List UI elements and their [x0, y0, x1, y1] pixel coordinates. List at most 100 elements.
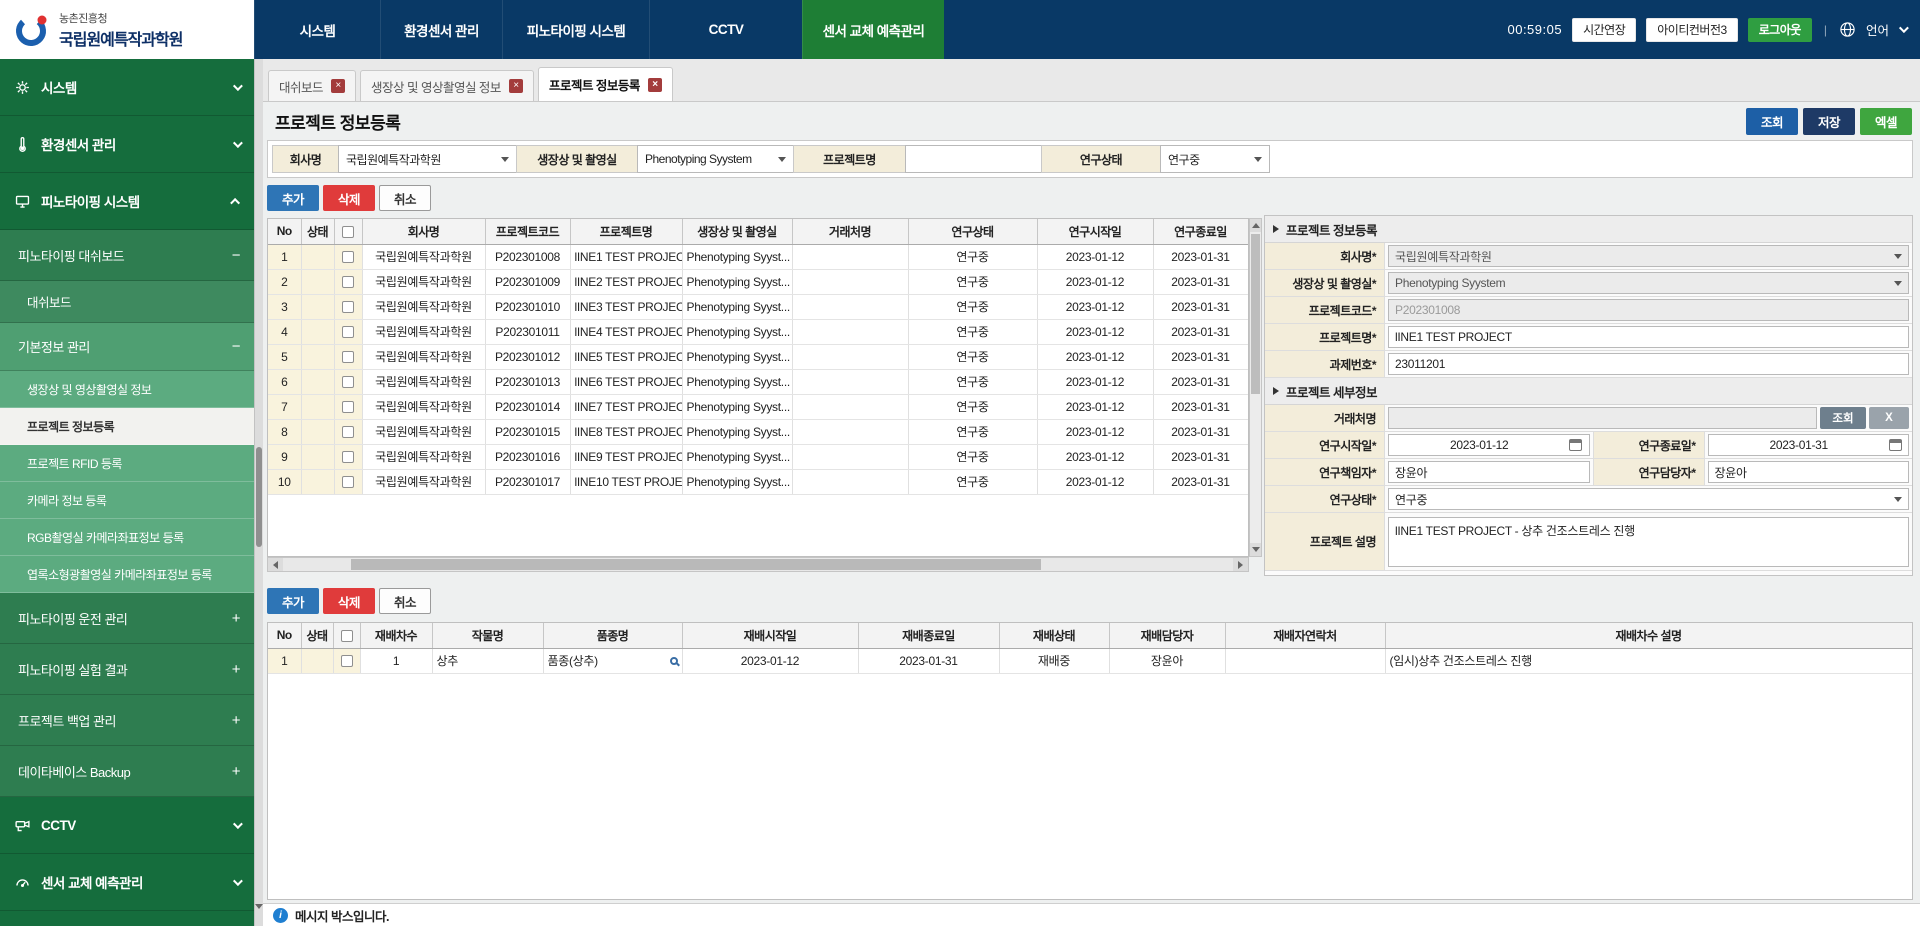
description-field[interactable]: lINE1 TEST PROJECT - 상추 건조스트레스 진행	[1388, 517, 1909, 567]
logout-button[interactable]: 로그아웃	[1748, 18, 1812, 42]
tab-dashboard[interactable]: 대쉬보드 ×	[268, 70, 356, 101]
user-version-button[interactable]: 아이티컨버전3	[1646, 18, 1737, 42]
sidebar-scroll-down-icon[interactable]	[255, 909, 263, 923]
cell-checkbox[interactable]	[334, 244, 362, 269]
sidebar-item-system[interactable]: 시스템	[0, 59, 254, 116]
add-button[interactable]: 추가	[267, 185, 319, 211]
cell-checkbox[interactable]	[334, 469, 362, 494]
row-checkbox[interactable]	[342, 276, 354, 288]
filter-company-select[interactable]: 국립원예특작과학원	[338, 145, 517, 173]
cell-checkbox[interactable]	[334, 294, 362, 319]
vscrollbar-thumb[interactable]	[1251, 234, 1260, 394]
menu-phenotyping[interactable]: 피노타이핑 시스템	[502, 0, 649, 59]
cancel-button[interactable]: 취소	[379, 588, 431, 614]
cell-checkbox[interactable]	[333, 648, 360, 673]
sidebar-item-camera-info[interactable]: 카메라 정보 등록	[0, 482, 254, 519]
start-date-field[interactable]: 2023-01-12	[1388, 434, 1590, 456]
scroll-right-icon[interactable]	[1233, 558, 1248, 571]
extend-time-button[interactable]: 시간연장	[1572, 18, 1636, 42]
cell-checkbox[interactable]	[334, 344, 362, 369]
project-grid-vscrollbar[interactable]	[1249, 218, 1262, 557]
sidebar-item-growth-room-info[interactable]: 생장상 및 영상촬영실 정보	[0, 371, 254, 408]
row-checkbox[interactable]	[342, 426, 354, 438]
row-checkbox[interactable]	[342, 351, 354, 363]
calendar-icon[interactable]	[1889, 439, 1902, 451]
cell-checkbox[interactable]	[334, 419, 362, 444]
client-search-button[interactable]: 조회	[1820, 407, 1866, 429]
project-row[interactable]: 5 국립원예특작과학원 P202301012 lINE5 TEST PROJEC…	[268, 344, 1248, 369]
client-clear-button[interactable]: X	[1869, 407, 1909, 429]
tab-growth-room-info[interactable]: 생장상 및 영상촬영실 정보 ×	[360, 70, 534, 101]
close-icon[interactable]: ×	[648, 78, 662, 92]
sidebar-scrollbar-thumb[interactable]	[256, 447, 262, 547]
row-checkbox[interactable]	[342, 326, 354, 338]
hscrollbar-thumb[interactable]	[351, 559, 1041, 570]
project-row[interactable]: 10 국립원예특작과학원 P202301017 lINE10 TEST PROJ…	[268, 469, 1248, 494]
menu-system[interactable]: 시스템	[254, 0, 380, 59]
cultivation-row[interactable]: 1 1 상추 품종(상추) 2023-01-12 2023-01-31 재배중 …	[268, 648, 1912, 673]
row-checkbox[interactable]	[342, 451, 354, 463]
sidebar-item-rgb-camera-coords[interactable]: RGB촬영실 카메라좌표정보 등록	[0, 519, 254, 556]
menu-sensor-replace[interactable]: 센서 교체 예측관리	[802, 0, 944, 59]
filter-project-input[interactable]	[905, 145, 1042, 173]
project-row[interactable]: 8 국립원예특작과학원 P202301015 lINE8 TEST PROJEC…	[268, 419, 1248, 444]
tab-project-register[interactable]: 프로젝트 정보등록 ×	[538, 67, 673, 101]
sidebar-item-basic-info[interactable]: 기본정보 관리 −	[0, 323, 254, 371]
manager-field[interactable]: 장윤아	[1708, 461, 1910, 483]
menu-cctv[interactable]: CCTV	[649, 0, 802, 59]
app-logo[interactable]: 농촌진흥청 국립원예특작과학원	[0, 0, 254, 59]
sidebar-item-database-backup[interactable]: 데이타베이스 Backup +	[0, 746, 254, 797]
end-date-field[interactable]: 2023-01-31	[1708, 434, 1910, 456]
sidebar-item-pheno-dashboard[interactable]: 피노타이핑 대쉬보드 −	[0, 230, 254, 281]
filter-room-select[interactable]: Phenotyping Syystem	[637, 145, 794, 173]
leader-field[interactable]: 장윤아	[1388, 461, 1590, 483]
row-checkbox[interactable]	[342, 251, 354, 263]
sidebar-item-chlorophyll-camera-coords[interactable]: 엽록소형광촬영실 카메라좌표정보 등록	[0, 556, 254, 593]
cell-checkbox[interactable]	[334, 319, 362, 344]
sidebar-item-sensor-replace[interactable]: 센서 교체 예측관리	[0, 854, 254, 911]
cancel-button[interactable]: 취소	[379, 185, 431, 211]
calendar-icon[interactable]	[1569, 439, 1582, 451]
cell-checkbox[interactable]	[334, 394, 362, 419]
project-row[interactable]: 2 국립원예특작과학원 P202301009 lINE2 TEST PROJEC…	[268, 269, 1248, 294]
select-all-checkbox[interactable]	[342, 226, 354, 238]
project-row[interactable]: 7 국립원예특작과학원 P202301014 lINE7 TEST PROJEC…	[268, 394, 1248, 419]
sidebar-item-cctv[interactable]: CCTV	[0, 797, 254, 854]
menu-env-sensor[interactable]: 환경센서 관리	[380, 0, 502, 59]
project-grid-hscrollbar[interactable]	[267, 557, 1249, 572]
project-row[interactable]: 9 국립원예특작과학원 P202301016 lINE9 TEST PROJEC…	[268, 444, 1248, 469]
sidebar-item-env-sensor[interactable]: 환경센서 관리	[0, 116, 254, 173]
excel-button[interactable]: 엑셀	[1860, 108, 1912, 135]
search-button[interactable]: 조회	[1746, 108, 1798, 135]
close-icon[interactable]: ×	[509, 79, 523, 93]
filter-status-select[interactable]: 연구중	[1160, 145, 1270, 173]
row-checkbox[interactable]	[342, 376, 354, 388]
delete-button[interactable]: 삭제	[323, 185, 375, 211]
sidebar-scrollbar[interactable]	[254, 59, 263, 926]
close-icon[interactable]: ×	[331, 79, 345, 93]
language-label[interactable]: 언어	[1866, 20, 1889, 39]
language-chevron-icon[interactable]	[1899, 23, 1909, 33]
sidebar-item-project-register[interactable]: 프로젝트 정보등록	[0, 408, 254, 445]
task-no-field[interactable]: 23011201	[1388, 353, 1909, 375]
sidebar-item-pheno-results[interactable]: 피노타이핑 실험 결과 +	[0, 644, 254, 695]
row-checkbox[interactable]	[341, 655, 353, 667]
cell-checkbox[interactable]	[334, 369, 362, 394]
sidebar-item-project-backup[interactable]: 프로젝트 백업 관리 +	[0, 695, 254, 746]
sidebar-item-pheno-operation[interactable]: 피노타이핑 운전 관리 +	[0, 593, 254, 644]
row-checkbox[interactable]	[342, 476, 354, 488]
project-row[interactable]: 3 국립원예특작과학원 P202301010 lINE3 TEST PROJEC…	[268, 294, 1248, 319]
status-select[interactable]: 연구중	[1388, 488, 1909, 510]
row-checkbox[interactable]	[342, 301, 354, 313]
search-icon[interactable]	[670, 657, 678, 665]
row-checkbox[interactable]	[342, 401, 354, 413]
sidebar-item-phenotyping[interactable]: 피노타이핑 시스템	[0, 173, 254, 230]
delete-button[interactable]: 삭제	[323, 588, 375, 614]
scroll-left-icon[interactable]	[268, 558, 283, 571]
project-row[interactable]: 1 국립원예특작과학원 P202301008 lINE1 TEST PROJEC…	[268, 244, 1248, 269]
project-name-field[interactable]: lINE1 TEST PROJECT	[1388, 326, 1909, 348]
cell-checkbox[interactable]	[334, 269, 362, 294]
project-row[interactable]: 6 국립원예특작과학원 P202301013 lINE6 TEST PROJEC…	[268, 369, 1248, 394]
scroll-up-icon[interactable]	[1250, 219, 1261, 232]
select-all-checkbox[interactable]	[341, 630, 353, 642]
